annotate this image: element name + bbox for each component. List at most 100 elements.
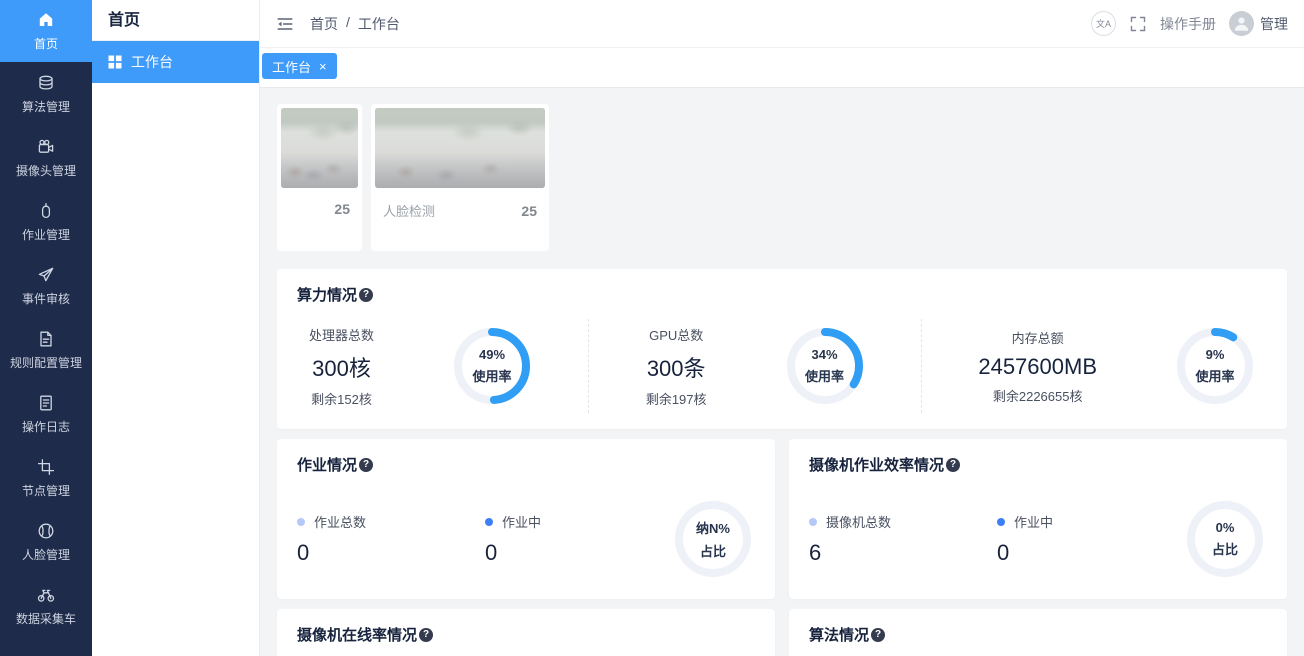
document-edit-icon: [37, 330, 55, 348]
paper-plane-icon: [37, 266, 55, 284]
tab-workbench[interactable]: 工作台 ×: [262, 53, 337, 79]
sidebar-item-label: 首页: [34, 35, 58, 52]
sidebar-item-home[interactable]: 首页: [0, 0, 92, 62]
camera-running-legend: 作业中 0: [997, 512, 1185, 566]
help-icon[interactable]: ?: [359, 288, 373, 302]
main-area: 首页 / 工作台 文A 操作手册 管理 工作台 ×: [260, 0, 1304, 656]
donut-caption: 使用率: [473, 366, 512, 385]
topbar-right: 文A 操作手册 管理: [1091, 11, 1288, 36]
task-card[interactable]: 25: [277, 104, 362, 251]
translate-button[interactable]: 文A: [1091, 11, 1116, 36]
donut-percent: 49%: [479, 347, 505, 362]
job-total-legend: 作业总数 0: [297, 512, 485, 566]
help-icon[interactable]: ?: [419, 628, 433, 642]
user-menu[interactable]: 管理: [1229, 11, 1288, 36]
legend-label: 作业中: [502, 512, 541, 531]
user-name: 管理: [1260, 14, 1288, 34]
job-panel: 作业情况 ? 作业总数 0 作业中 0: [277, 439, 775, 599]
help-icon[interactable]: ?: [871, 628, 885, 642]
dashed-divider: [921, 319, 922, 413]
breadcrumb-workbench[interactable]: 工作台: [358, 14, 400, 34]
stat-value: 2457600MB: [978, 354, 1097, 380]
donut-caption: 占比: [1212, 539, 1238, 558]
submenu-item-label: 工作台: [131, 52, 173, 72]
camera-efficiency-panel: 摄像机作业效率情况 ? 摄像机总数 6 作业中 0: [789, 439, 1287, 599]
camera-ratio-donut: 0% 占比: [1185, 499, 1265, 579]
donut-caption: 使用率: [1195, 366, 1234, 385]
sidebar-item-rule-config[interactable]: 规则配置管理: [0, 318, 92, 382]
gpu-stat: GPU总数 300条 剩余197核: [646, 325, 707, 408]
sidebar-item-algorithm[interactable]: 算法管理: [0, 62, 92, 126]
legend-value: 6: [809, 540, 997, 566]
panel-title: 摄像机作业效率情况: [809, 454, 944, 475]
legend-dot: [997, 518, 1005, 526]
sidebar-item-cameras[interactable]: 摄像头管理: [0, 126, 92, 190]
sidebar-item-clipped[interactable]: [0, 638, 92, 656]
bicycle-icon: [37, 586, 55, 604]
stopwatch-icon: [37, 202, 55, 220]
crop-icon: [37, 458, 55, 476]
menu-fold-icon: [276, 15, 294, 33]
stat-label: GPU总数: [646, 325, 707, 344]
panel-title: 算法情况: [809, 624, 869, 645]
stat-label: 内存总额: [978, 328, 1097, 347]
donut-percent: 0%: [1216, 520, 1235, 535]
task-count: 25: [521, 203, 537, 219]
stat-remain: 剩余197核: [646, 389, 707, 408]
task-card[interactable]: 人脸检测 25: [371, 104, 549, 251]
donut-caption: 占比: [700, 541, 726, 560]
submenu-item-workbench[interactable]: 工作台: [92, 41, 259, 83]
camera-online-panel: 摄像机在线率情况 ?: [277, 609, 775, 656]
panel-title: 摄像机在线率情况: [297, 624, 417, 645]
sidebar-item-label: 摄像头管理: [16, 162, 76, 179]
sidebar-item-label: 操作日志: [22, 418, 70, 435]
cctv-thumbnail: [281, 108, 358, 188]
stat-remain: 剩余2226655核: [978, 386, 1097, 405]
stat-remain: 剩余152核: [309, 389, 374, 408]
sidebar-item-operation-log[interactable]: 操作日志: [0, 382, 92, 446]
collapse-sidebar-button[interactable]: [276, 14, 296, 34]
sidebar-item-label: 作业管理: [22, 226, 70, 243]
legend-dot: [485, 518, 493, 526]
grid-icon: [108, 55, 122, 69]
breadcrumb: 首页 / 工作台: [310, 14, 400, 34]
sidebar-item-label: 人脸管理: [22, 546, 70, 563]
video-camera-icon: [37, 138, 55, 156]
primary-sidebar: 首页 算法管理 摄像头管理 作业管理 事件审核 规则配置管理 操作日志 节点管: [0, 0, 92, 656]
manual-link[interactable]: 操作手册: [1160, 14, 1216, 34]
sidebar-item-jobs[interactable]: 作业管理: [0, 190, 92, 254]
help-icon[interactable]: ?: [946, 458, 960, 472]
donut-percent: 34%: [812, 347, 838, 362]
donut-percent: 纳N%: [696, 518, 730, 537]
tab-close-icon[interactable]: ×: [319, 60, 327, 73]
sidebar-item-face-mgmt[interactable]: 人脸管理: [0, 510, 92, 574]
help-icon[interactable]: ?: [359, 458, 373, 472]
job-ratio-donut: 纳N% 占比: [673, 499, 753, 579]
database-icon: [37, 74, 55, 92]
tabbar: 工作台 ×: [260, 48, 1304, 88]
sidebar-item-label: 节点管理: [22, 482, 70, 499]
legend-label: 作业总数: [314, 512, 366, 531]
sidebar-item-node-mgmt[interactable]: 节点管理: [0, 446, 92, 510]
compute-panel: 算力情况 ? 处理器总数 300核 剩余152核: [277, 269, 1287, 429]
app-root: 首页 算法管理 摄像头管理 作业管理 事件审核 规则配置管理 操作日志 节点管: [0, 0, 1304, 656]
submenu-header: 首页: [92, 0, 259, 41]
legend-label: 摄像机总数: [826, 512, 891, 531]
legend-value: 0: [997, 540, 1185, 566]
donut-caption: 使用率: [805, 366, 844, 385]
translate-icon: 文A: [1096, 17, 1111, 30]
stat-value: 300核: [309, 351, 374, 383]
donut-percent: 9%: [1206, 347, 1225, 362]
cctv-thumbnail: [375, 108, 545, 188]
sidebar-item-label: 数据采集车: [16, 610, 76, 627]
cpu-stat: 处理器总数 300核 剩余152核: [309, 325, 374, 408]
tab-label: 工作台: [272, 57, 311, 76]
sidebar-item-event-review[interactable]: 事件审核: [0, 254, 92, 318]
sidebar-item-data-vehicle[interactable]: 数据采集车: [0, 574, 92, 638]
fullscreen-icon[interactable]: [1129, 15, 1147, 33]
cpu-usage-donut: 49% 使用率: [452, 326, 532, 406]
legend-label: 作业中: [1014, 512, 1053, 531]
memory-stat: 内存总额 2457600MB 剩余2226655核: [978, 328, 1097, 405]
panel-title: 算力情况: [297, 284, 357, 305]
breadcrumb-home[interactable]: 首页: [310, 14, 338, 34]
